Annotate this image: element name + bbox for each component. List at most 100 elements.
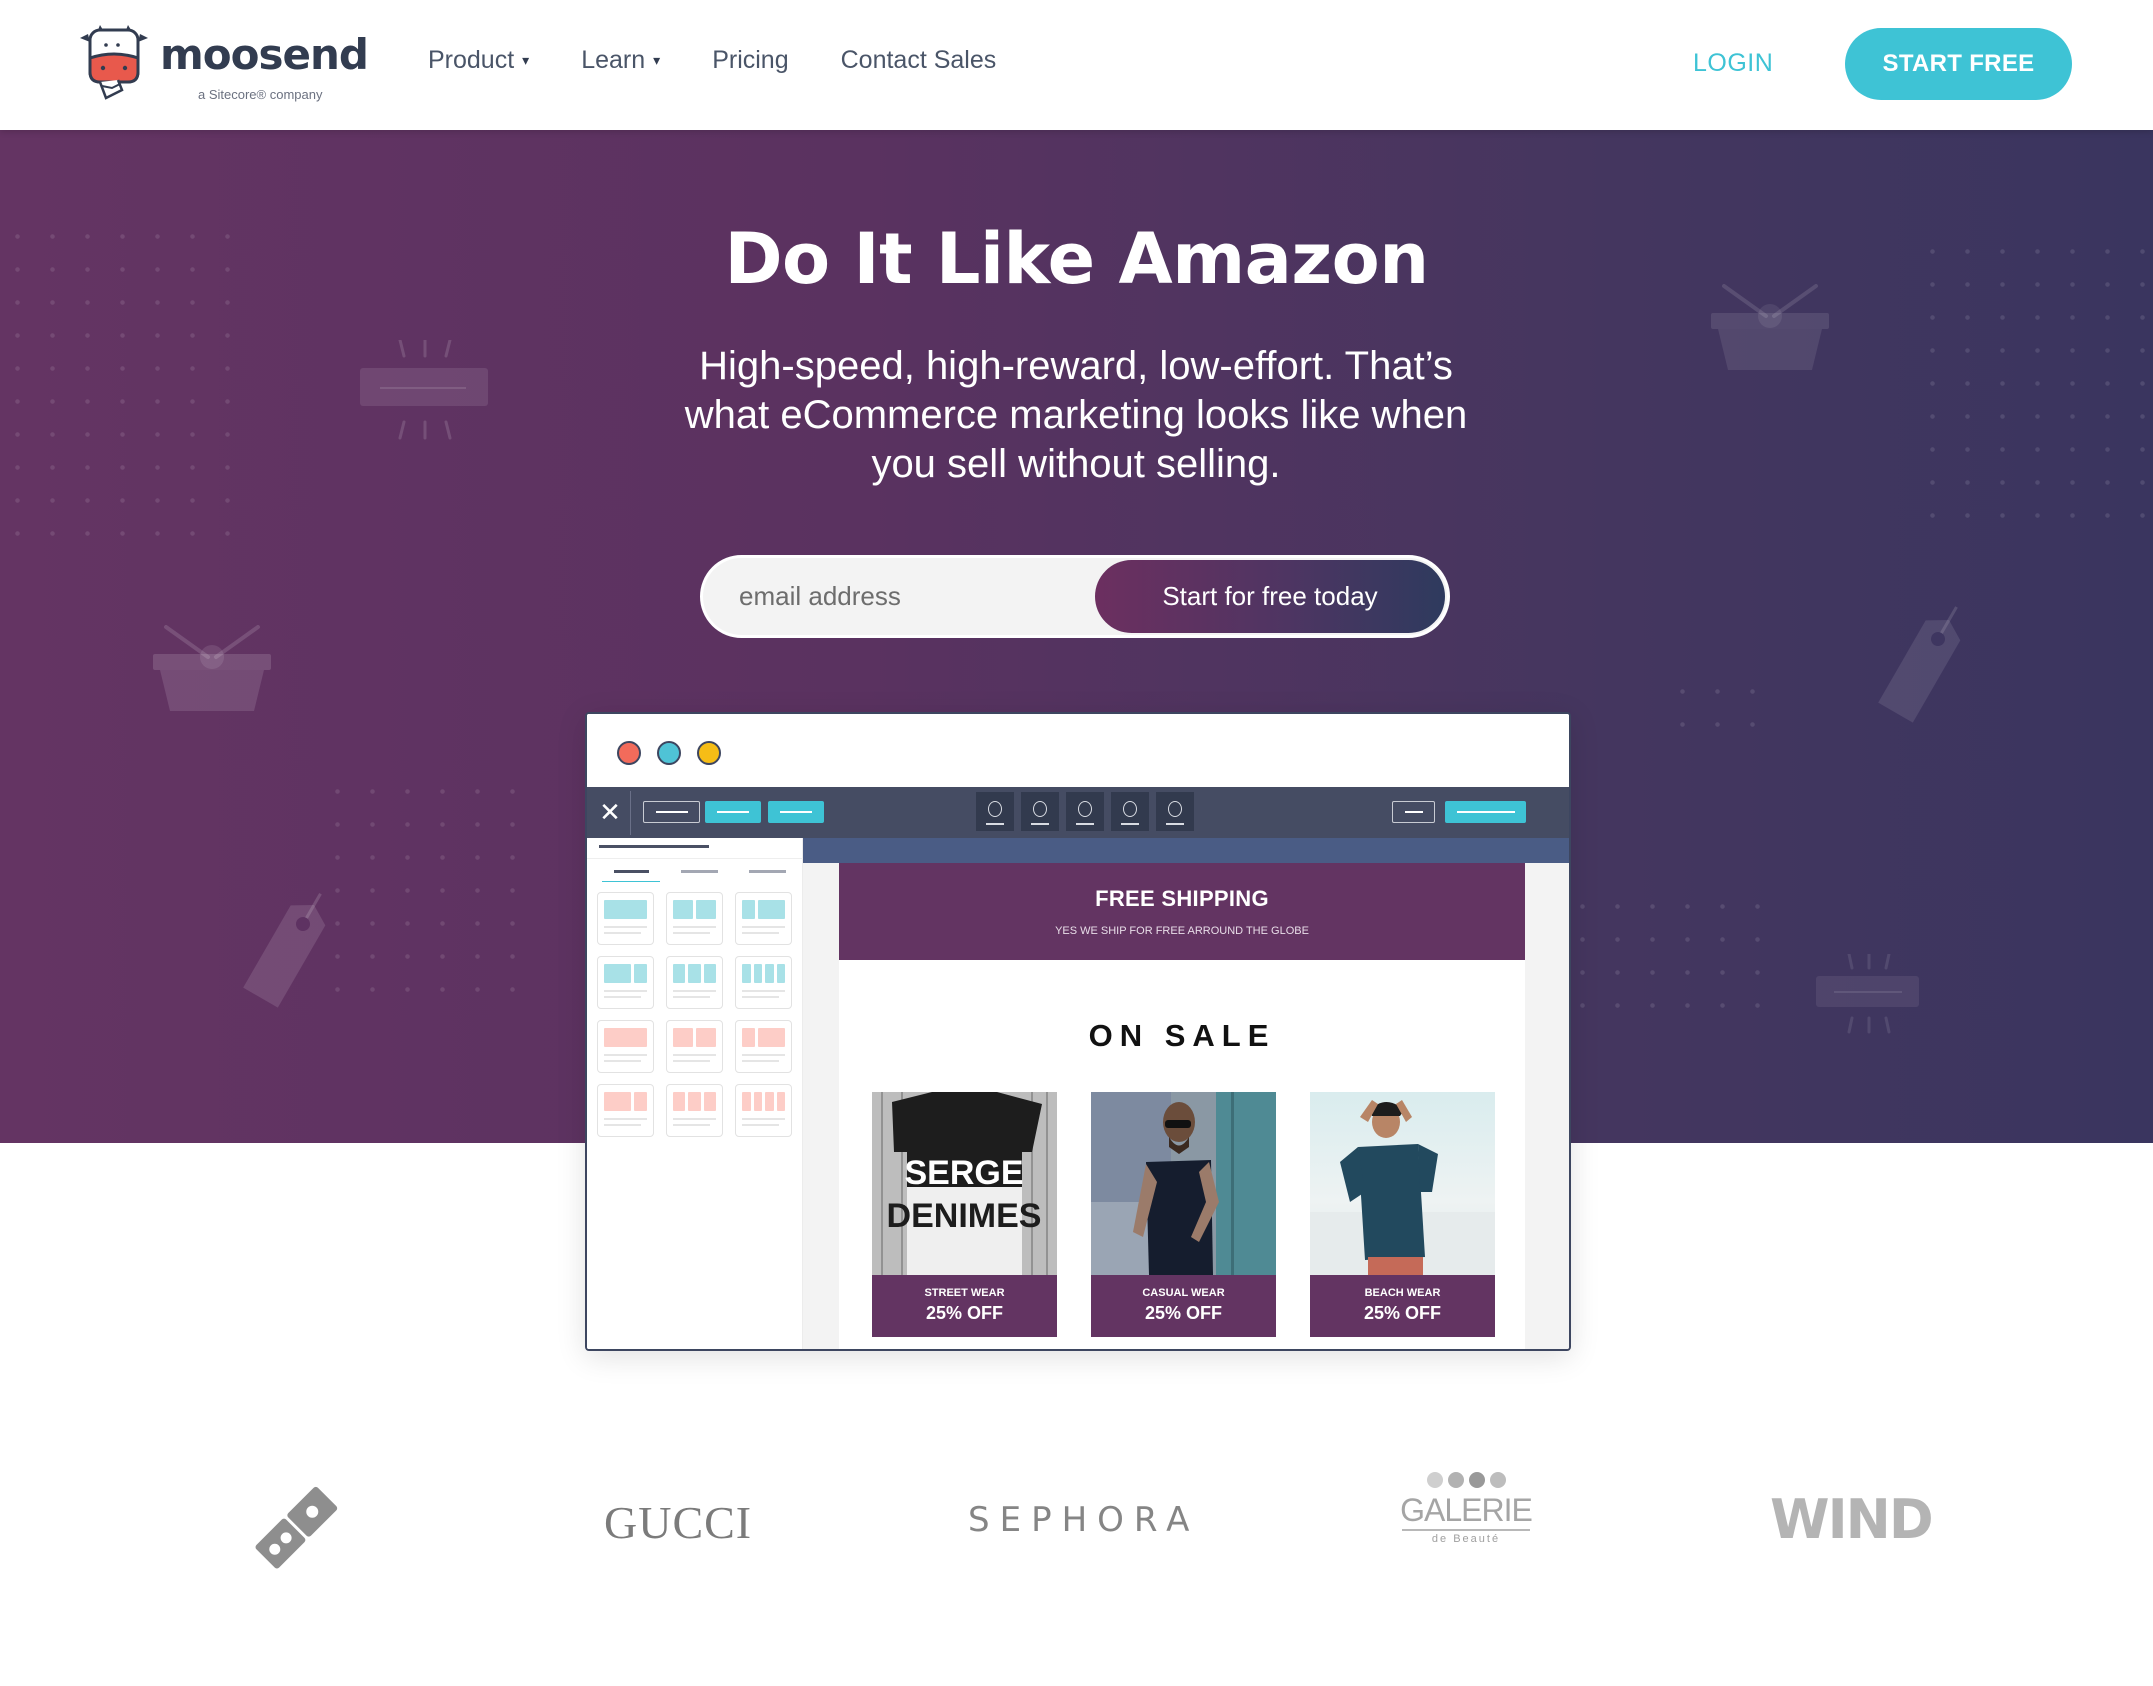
moosend-logo[interactable]: moosend a Sitecore® company bbox=[76, 24, 369, 104]
device-preview-icon[interactable] bbox=[1021, 792, 1059, 831]
product-discount: 25% OFF bbox=[1144, 1303, 1223, 1323]
product-category: STREET WEAR bbox=[924, 1287, 1005, 1299]
nav-pricing-label: Pricing bbox=[712, 46, 789, 74]
product-image bbox=[1091, 1092, 1276, 1275]
price-tag-icon bbox=[243, 892, 326, 1008]
chevron-down-icon: ▾ bbox=[653, 52, 661, 68]
content-block-tile[interactable] bbox=[666, 1084, 723, 1137]
nav-learn-label: Learn bbox=[581, 46, 646, 74]
nav-product-label: Product bbox=[428, 46, 515, 74]
dominos-logo-icon bbox=[255, 1486, 338, 1569]
coupon-icon bbox=[1816, 954, 1919, 1034]
active-tab-indicator bbox=[602, 881, 660, 882]
galerie-sub: de Beauté bbox=[1431, 1533, 1501, 1545]
email-preview: FREE SHIPPING YES WE SHIP FOR FREE ARROU… bbox=[839, 863, 1525, 1349]
window-titlebar bbox=[587, 714, 1569, 787]
traffic-light-maximize bbox=[697, 741, 721, 765]
product-discount: 25% OFF bbox=[925, 1303, 1004, 1323]
content-block-tile[interactable] bbox=[735, 892, 792, 945]
product-image: SERGE DENIMES bbox=[872, 1092, 1057, 1275]
product-image bbox=[1310, 1092, 1495, 1275]
product-label: CASUAL WEAR 25% OFF bbox=[1091, 1275, 1276, 1337]
nav-contact-sales[interactable]: Contact Sales bbox=[841, 46, 997, 75]
email-canvas: FREE SHIPPING YES WE SHIP FOR FREE ARROU… bbox=[803, 863, 1569, 1349]
dot-pattern-center-left bbox=[320, 775, 530, 1015]
email-input[interactable] bbox=[739, 558, 1079, 635]
logo-tagline: a Sitecore® company bbox=[198, 87, 323, 102]
hero-title: Do It Like Amazon bbox=[724, 218, 1429, 300]
product-category: BEACH WEAR bbox=[1364, 1287, 1441, 1299]
dot-pattern-center-right bbox=[1565, 890, 1775, 1025]
hero-subtitle-line: you sell without selling. bbox=[871, 442, 1281, 486]
price-tag-icon bbox=[1878, 606, 1961, 723]
product-card[interactable]: CASUAL WEAR 25% OFF bbox=[1091, 1092, 1276, 1337]
sidebar-tab[interactable] bbox=[749, 870, 786, 873]
canvas-header-strip bbox=[803, 838, 1569, 863]
section-title: ON SALE bbox=[1088, 1018, 1276, 1053]
galerie-dots bbox=[1396, 1472, 1536, 1488]
gucci-logo: GUCCI bbox=[604, 1497, 753, 1548]
device-preview-icon[interactable] bbox=[1111, 792, 1149, 831]
nav-contact-sales-label: Contact Sales bbox=[840, 46, 997, 74]
nav-learn[interactable]: Learn ▾ bbox=[581, 46, 660, 75]
toolbar-button[interactable] bbox=[1392, 801, 1435, 823]
site-header: moosend a Sitecore® company Product ▾ Le… bbox=[0, 0, 2153, 130]
content-block-tile[interactable] bbox=[666, 1020, 723, 1073]
content-block-tile[interactable] bbox=[735, 956, 792, 1009]
content-block-tile[interactable] bbox=[597, 956, 654, 1009]
chevron-down-icon: ▾ bbox=[522, 52, 530, 68]
galerie-de-beaute-logo: GALERIE de Beauté bbox=[1396, 1472, 1536, 1545]
content-block-tile[interactable] bbox=[597, 1020, 654, 1073]
client-logos: GUCCI SEPHORA GALERIE de Beauté WIND bbox=[0, 1440, 2153, 1600]
block-palette-sidebar bbox=[587, 838, 803, 1349]
dot-pattern-lower-right bbox=[1665, 675, 1785, 745]
content-block-tile[interactable] bbox=[666, 956, 723, 1009]
toolbar-button[interactable] bbox=[643, 801, 700, 823]
toolbar-primary-button[interactable] bbox=[1445, 801, 1526, 823]
login-link[interactable]: LOGIN bbox=[1693, 49, 1773, 78]
content-block-tile[interactable] bbox=[666, 892, 723, 945]
wind-logo: WIND bbox=[1770, 1488, 1934, 1551]
product-card[interactable]: SERGE DENIMES STREET WEAR 25% OFF bbox=[872, 1092, 1057, 1337]
cow-logo-icon bbox=[80, 25, 148, 100]
start-for-free-button[interactable]: Start for free today bbox=[1095, 560, 1445, 633]
product-category: CASUAL WEAR bbox=[1142, 1287, 1225, 1299]
banner-title: FREE SHIPPING bbox=[1095, 886, 1269, 911]
content-block-tile[interactable] bbox=[735, 1084, 792, 1137]
nav-product[interactable]: Product ▾ bbox=[428, 46, 529, 75]
traffic-light-close bbox=[617, 741, 641, 765]
content-block-tile[interactable] bbox=[735, 1020, 792, 1073]
product-label: BEACH WEAR 25% OFF bbox=[1310, 1275, 1495, 1337]
start-free-button[interactable]: START FREE bbox=[1845, 28, 2072, 100]
sidebar-tab[interactable] bbox=[681, 870, 718, 873]
product-discount: 25% OFF bbox=[1363, 1303, 1442, 1323]
sephora-logo: SEPHORA bbox=[968, 1500, 1200, 1540]
banner-subtitle: YES WE SHIP FOR FREE ARROUND THE GLOBE bbox=[1055, 925, 1309, 937]
hero-subtitle-line: what eCommerce marketing looks like when bbox=[684, 393, 1468, 437]
content-block-tile[interactable] bbox=[597, 892, 654, 945]
email-banner[interactable]: FREE SHIPPING YES WE SHIP FOR FREE ARROU… bbox=[839, 863, 1525, 960]
main-nav: Product ▾ Learn ▾ Pricing Contact Sales bbox=[428, 46, 996, 75]
toolbar-button[interactable] bbox=[705, 801, 761, 823]
editor-window-mockup: ✕ FREE SHIPPING YES WE SHIP FOR FREE ARR… bbox=[585, 712, 1571, 1351]
content-block-tile[interactable] bbox=[597, 1084, 654, 1137]
product-label: STREET WEAR 25% OFF bbox=[872, 1275, 1057, 1337]
traffic-light-minimize bbox=[657, 741, 681, 765]
sidebar-divider bbox=[587, 858, 803, 859]
galerie-name: GALERIE bbox=[1400, 1492, 1533, 1528]
device-preview-icon[interactable] bbox=[1066, 792, 1104, 831]
toolbar-divider bbox=[630, 791, 631, 835]
sidebar-tab[interactable] bbox=[614, 870, 649, 873]
toolbar-button[interactable] bbox=[768, 801, 824, 823]
product-card[interactable]: BEACH WEAR 25% OFF bbox=[1310, 1092, 1495, 1337]
nav-pricing[interactable]: Pricing bbox=[712, 46, 788, 75]
device-preview-icon[interactable] bbox=[1156, 792, 1194, 831]
signup-form: Start for free today bbox=[700, 555, 1450, 638]
close-icon[interactable]: ✕ bbox=[597, 795, 623, 829]
coupon-icon bbox=[360, 340, 488, 440]
device-preview-icon[interactable] bbox=[976, 792, 1014, 831]
logo-wordmark: moosend bbox=[160, 30, 369, 79]
sidebar-heading-bar bbox=[599, 845, 709, 848]
editor-toolbar: ✕ bbox=[587, 787, 1569, 838]
shopping-basket-icon bbox=[153, 625, 271, 711]
